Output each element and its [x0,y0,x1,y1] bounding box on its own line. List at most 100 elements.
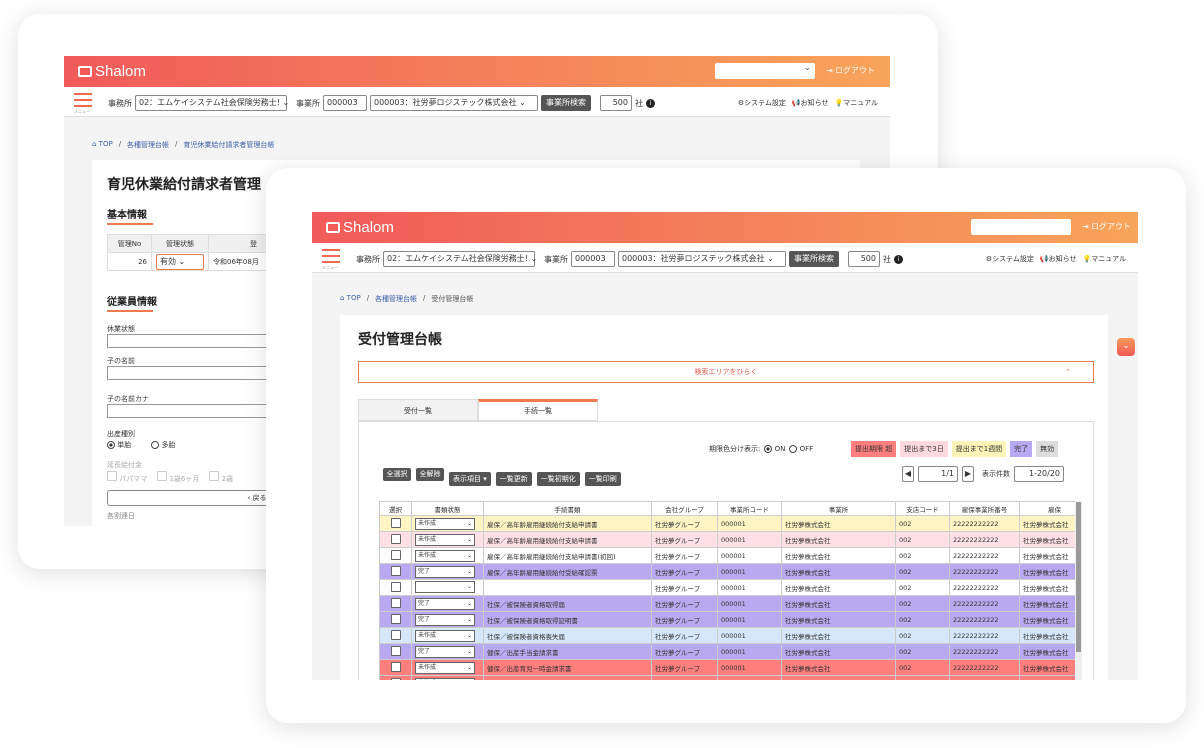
crumb-ledger[interactable]: 各種管理台帳 [375,294,417,304]
select-all-button[interactable]: 全選択 [383,468,411,481]
row-status-select[interactable]: 未作成⌄ [415,677,475,680]
table-row[interactable]: 完了 ⌄ 健保／出産手当金請求書 社労夢グループ 000001 社労夢株式会社 002 222… [379,643,1082,660]
crumb-current[interactable]: 受付管理台帳 [431,294,473,304]
column-header[interactable]: 事業所コード [717,501,782,516]
site-select[interactable]: 000003：社労夢ロジステック株式会社 ⌄ [370,95,538,111]
menu-icon[interactable]: メニュー [74,93,92,115]
row-checkbox[interactable] [390,629,401,640]
row-code-cell: 000001 [717,675,782,680]
info-icon[interactable]: i [894,254,903,264]
table-row[interactable]: 未作成 ⌄ 雇保／高年齢雇用継続給付支給申請書 社労夢グループ 000001 社労夢株式会… [379,515,1082,532]
refresh-button[interactable]: 一覧更新 [495,472,532,486]
row-checkbox[interactable] [390,661,401,672]
notice-link[interactable]: 📢お知らせ [1040,254,1077,264]
row-checkbox[interactable] [390,677,401,680]
row-status-select[interactable]: 完了 ⌄ [415,597,475,610]
row-status-select[interactable]: 未作成⌄ [415,629,475,642]
crumb-ledger[interactable]: 各種管理台帳 [127,140,169,150]
table-row[interactable]: 完了 ⌄ 雇保／高年齢雇用継続給付受給確認票 社労夢グループ 000001 社労夢株式会社… [379,563,1082,580]
site-search-button[interactable]: 事業所検索 [789,251,839,267]
row-num-cell: 22222222222 [949,675,1020,680]
site-select[interactable]: 000003：社労夢ロジステック株式会社 ⌄ [618,251,786,267]
crumb-top[interactable]: ⌂ TOP [92,140,113,150]
row-status-select[interactable]: 完了 ⌄ [415,613,475,626]
system-settings-link[interactable]: ⚙システム設定 [738,98,786,108]
table-row[interactable]: 完了 ⌄ 社保／被保険者資格取得証明書 社労夢グループ 000001 社労夢株式会社 002… [379,611,1082,628]
office-select[interactable]: 02：エムケイシステム社会保険労務士! ⌄ [135,95,289,111]
table-row[interactable]: ⌄ 社労夢グループ 000001 社労夢株式会社 002 22222222222 社労夢株式… [379,579,1082,596]
table-row[interactable]: 未作成 ⌄ 社保／被保険者資格喪失届 社労夢グループ 000001 社労夢株式会社 002 2… [379,627,1082,644]
two-checkbox[interactable]: 2歳 [209,471,233,484]
row-doc-cell: 雇保／高年齢雇用継続給付支給申請書 [483,515,652,532]
period-off-radio[interactable]: OFF [789,445,813,453]
row-status-select[interactable]: 完了 ⌄ [415,565,475,578]
table-scrollbar[interactable] [1075,501,1082,680]
column-header[interactable]: 事業所 [781,501,896,516]
logout-link[interactable]: ⇥ ログアウト [826,65,875,76]
chevron-down-icon: ⌄ [466,567,472,575]
office-select[interactable]: 02：エムケイシステム社会保険労務士! ⌄ [383,251,537,267]
prev-page-button[interactable]: ◀ [902,466,914,482]
column-header[interactable]: 書類状態 [411,501,484,516]
status-select[interactable]: 有効 ⌄ [156,253,204,270]
site-code-input[interactable]: 000003 [571,251,615,267]
row-checkbox[interactable] [390,645,401,656]
row-status-select[interactable]: 未作成⌄ [415,533,475,546]
top-selector[interactable] [971,219,1071,235]
crumb-top[interactable]: ⌂ TOP [340,294,361,304]
count-field: 500 [848,251,880,267]
tab-procedure-list[interactable]: 手続一覧 [478,399,598,421]
menu-icon[interactable]: メニュー [322,249,340,271]
row-checkbox[interactable] [390,533,401,544]
row-status-select[interactable]: 未作成⌄ [415,661,475,674]
table-row[interactable]: 未作成⌄健保／被扶養者(異動)届社労夢グループ000001社労夢株式会社0022… [379,675,1082,680]
column-header[interactable]: 会社グループ [651,501,718,516]
column-header[interactable]: 手続書類 [483,501,652,516]
chevron-down-icon[interactable]: ⌄ [1117,338,1135,356]
info-icon[interactable]: i [646,98,655,108]
period-on-radio[interactable]: ON [764,445,785,453]
row-checkbox[interactable] [390,597,401,608]
site-search-button[interactable]: 事業所検索 [541,95,591,111]
row-status-select[interactable]: 完了 ⌄ [415,645,475,658]
table-row[interactable]: 未作成 ⌄ 雇保／高年齢雇用継続給付支給申請書(初回) 社労夢グループ 000001 社労… [379,547,1082,564]
office-label: 事務所 [356,254,380,264]
search-area-toggle[interactable]: 検索エリアをひらく ⌃ [358,361,1094,383]
table-row[interactable]: 完了 ⌄ 社保／被保険者資格取得届 社労夢グループ 000001 社労夢株式会社 002 22… [379,595,1082,612]
column-header[interactable]: 雇保 [1019,501,1082,516]
manual-link[interactable]: 💡マニュアル [1082,254,1126,264]
site-code-input[interactable]: 000003 [323,95,367,111]
tab-reception-list[interactable]: 受付一覧 [358,399,478,421]
reset-button[interactable]: 一覧初期化 [536,472,580,486]
column-header[interactable]: 支店コード [895,501,950,516]
deselect-all-button[interactable]: 全解除 [416,468,444,481]
row-checkbox[interactable] [390,549,401,560]
row-num-cell: 22222222222 [949,563,1020,580]
logout-link[interactable]: ⇥ ログアウト [1082,221,1131,232]
multi-radio[interactable]: 多胎 [151,440,175,450]
papa-checkbox[interactable]: パパママ [107,471,147,484]
notice-link[interactable]: 📢お知らせ [792,98,829,108]
manual-link[interactable]: 💡マニュアル [834,98,878,108]
next-page-button[interactable]: ▶ [962,466,974,482]
row-status-cell: 完了 ⌄ [411,643,484,660]
half-checkbox[interactable]: 1歳6ヶ月 [157,471,199,484]
row-checkbox[interactable] [390,517,401,528]
row-select-cell [379,595,412,612]
table-row[interactable]: 未作成 ⌄ 雇保／高年齢雇用継続給付支給申請書 社労夢グループ 000001 社労夢株式会… [379,531,1082,548]
single-radio[interactable]: 単胎 [107,440,131,450]
crumb-current[interactable]: 育児休業給付請求者管理台帳 [183,140,274,150]
column-header[interactable]: 選択 [379,501,412,516]
row-checkbox[interactable] [390,565,401,576]
row-checkbox[interactable] [390,581,401,592]
display-items-button[interactable]: 表示項目 ▾ [449,472,491,486]
system-settings-link[interactable]: ⚙システム設定 [986,254,1034,264]
row-status-select[interactable]: 未作成⌄ [415,549,475,562]
row-checkbox[interactable] [390,613,401,624]
print-button[interactable]: 一覧印刷 [584,472,621,486]
top-selector[interactable]: ⌄ [715,63,815,79]
row-status-select[interactable]: ⌄ [415,581,475,593]
table-row[interactable]: 未作成 ⌄ 健保／出産育児一時金請求書 社労夢グループ 000001 社労夢株式会社 002… [379,659,1082,676]
row-status-select[interactable]: 未作成⌄ [415,517,475,530]
column-header[interactable]: 雇保事業所番号 [949,501,1020,516]
